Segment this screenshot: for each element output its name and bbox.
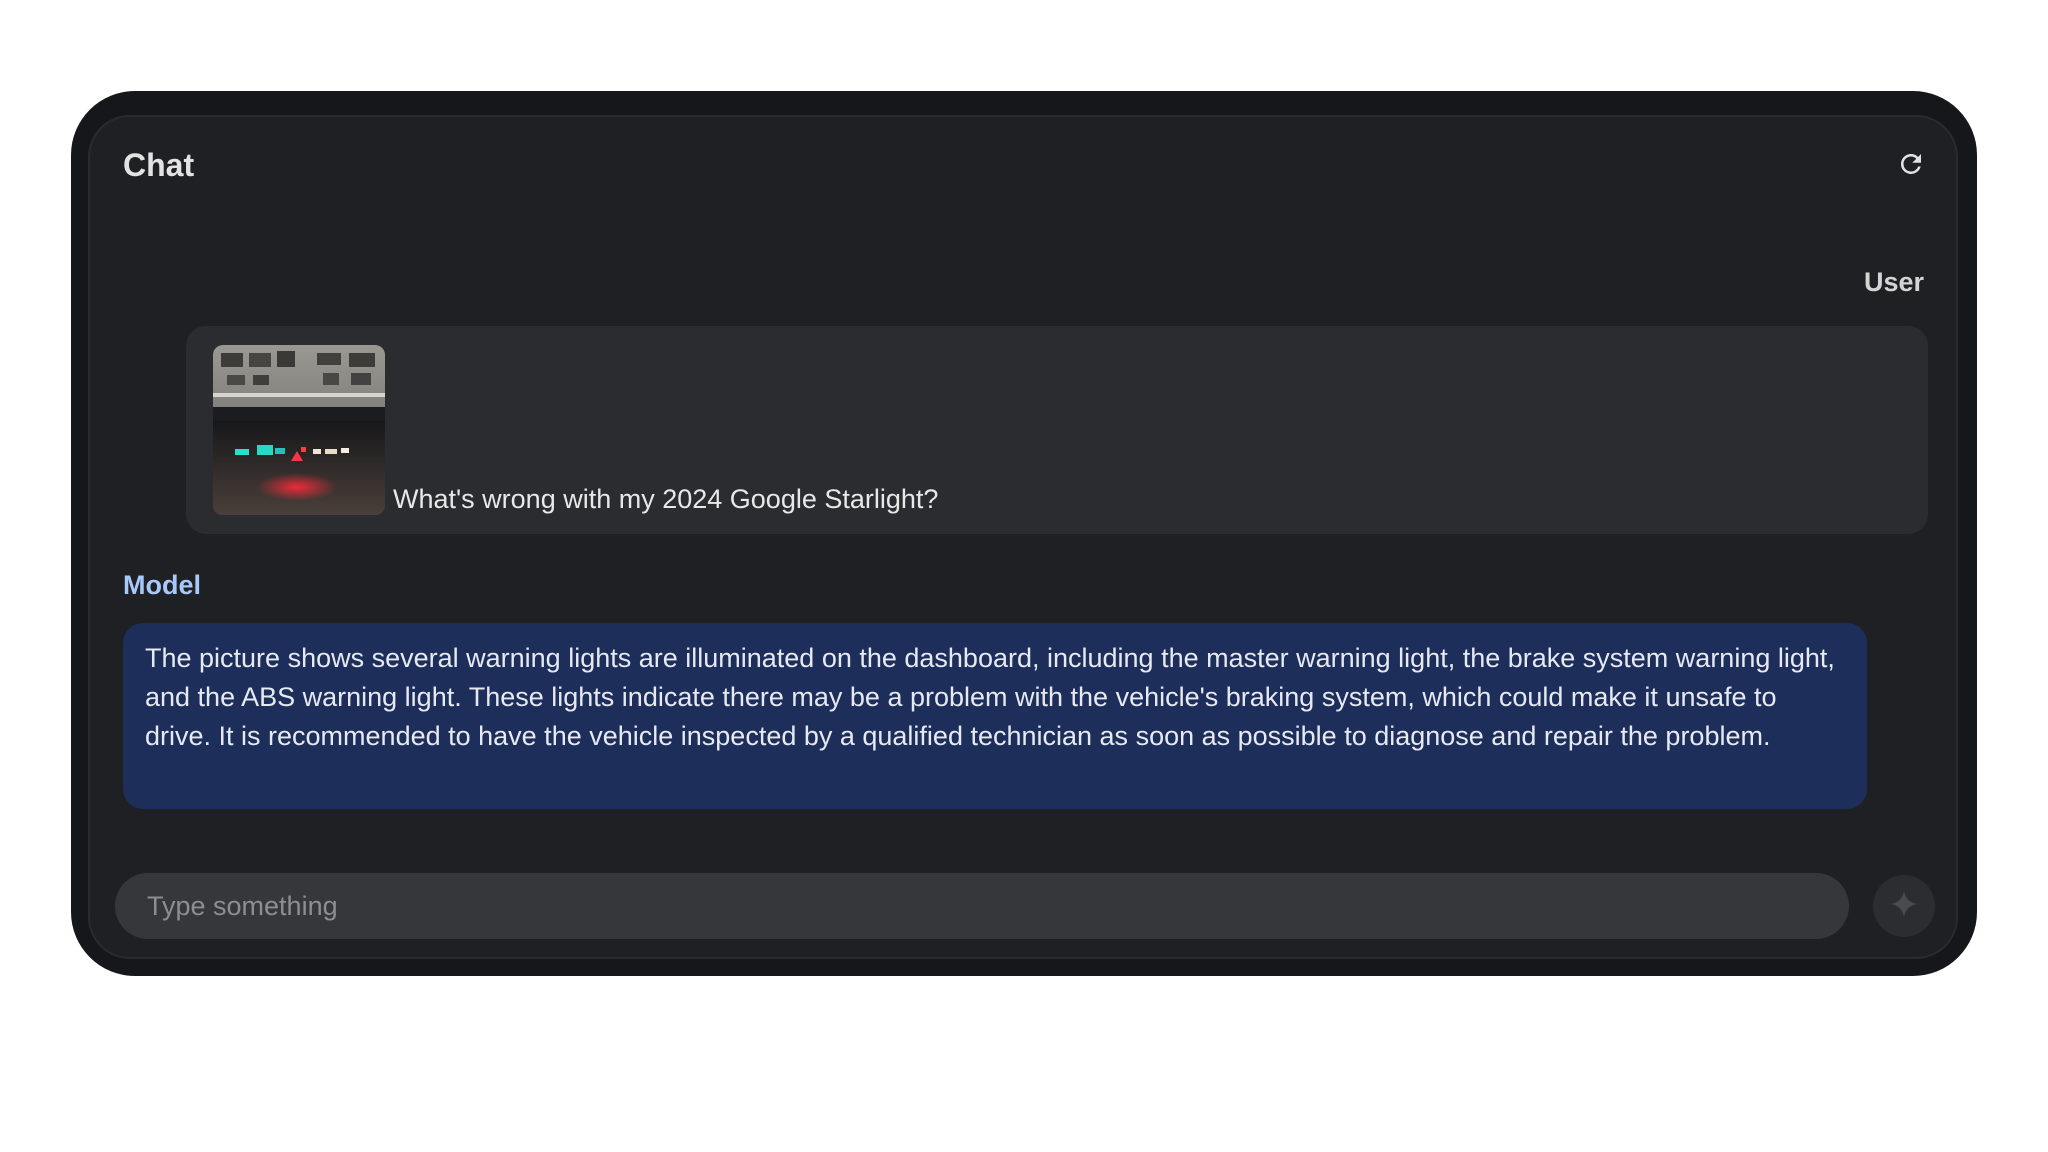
chat-panel: Chat User What's wrong with my 2024 Goog… bbox=[88, 115, 1958, 959]
send-button[interactable] bbox=[1873, 875, 1935, 937]
user-message-text: What's wrong with my 2024 Google Starlig… bbox=[393, 484, 939, 514]
page-title: Chat bbox=[123, 147, 195, 183]
user-role-label: User bbox=[1863, 267, 1924, 297]
sparkle-icon bbox=[1889, 889, 1919, 924]
message-input-container[interactable] bbox=[115, 873, 1849, 939]
attached-image-thumbnail[interactable] bbox=[213, 345, 385, 515]
device-frame: Chat User What's wrong with my 2024 Goog… bbox=[71, 91, 1977, 976]
refresh-button[interactable] bbox=[1892, 147, 1930, 185]
model-role-label: Model bbox=[123, 570, 201, 600]
model-message-text: The picture shows several warning lights… bbox=[145, 643, 1835, 751]
refresh-icon bbox=[1896, 149, 1926, 184]
user-message-bubble: What's wrong with my 2024 Google Starlig… bbox=[186, 326, 1928, 534]
message-input[interactable] bbox=[145, 889, 1819, 923]
model-message-bubble: The picture shows several warning lights… bbox=[123, 623, 1867, 809]
